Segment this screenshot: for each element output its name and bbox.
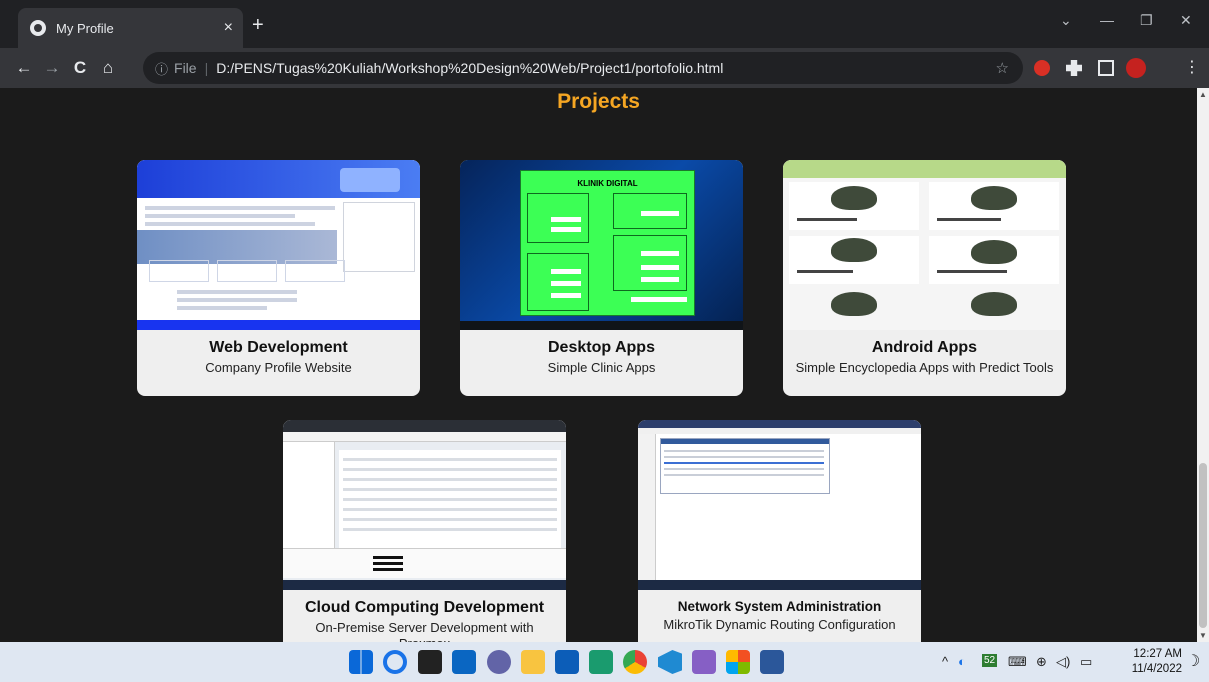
windows-taskbar: ^ ◐ 52 ⌨ ⊕ ◁) ▭ 12:27 AM 11/4/2022 ☽ [0, 642, 1209, 682]
project-card-network-admin[interactable]: Network System Administration MikroTik D… [638, 420, 921, 642]
tab-search-button[interactable]: ⌄ [1060, 12, 1072, 29]
tray-badge[interactable]: 52 [982, 654, 998, 667]
restore-button[interactable]: ❐ [1140, 12, 1153, 29]
project-title: Android Apps [871, 339, 978, 356]
info-icon[interactable]: ⓘ [155, 59, 168, 78]
tab-close-button[interactable]: × [224, 19, 233, 37]
tray-overflow-icon[interactable]: ^ [942, 654, 948, 669]
taskbar-clock[interactable]: 12:27 AM 11/4/2022 [1122, 647, 1182, 677]
keyboard-icon[interactable]: ⌨ [1008, 654, 1027, 670]
project-description: On-Premise Server Development with Proxm… [315, 620, 534, 642]
search-icon[interactable] [383, 650, 407, 674]
project-description: Simple Encyclopedia Apps with Predict To… [795, 360, 1054, 375]
back-button[interactable]: ← [10, 58, 38, 78]
vscode-icon[interactable] [658, 650, 682, 674]
project-description: Company Profile Website [205, 360, 352, 375]
project-thumbnail-web [137, 160, 420, 330]
browser-toolbar: ← → C ⌂ ⓘ File | D:/PENS/Tugas%20Kuliah/… [0, 48, 1209, 88]
microsoft-store-icon[interactable] [555, 650, 579, 674]
chat-icon[interactable] [487, 650, 511, 674]
url-separator: | [204, 60, 209, 76]
side-panel-icon[interactable] [1098, 60, 1114, 76]
screen: My Profile × + ⌄ — ❐ ✕ ← → C ⌂ ⓘ File | … [0, 0, 1209, 682]
scroll-up-arrow-icon[interactable]: ▲ [1198, 90, 1208, 99]
forward-button[interactable]: → [38, 58, 66, 78]
tab-title: My Profile [56, 20, 114, 36]
bookmark-star-icon[interactable]: ☆ [996, 59, 1009, 77]
widgets-icon[interactable] [452, 650, 476, 674]
app-l-icon[interactable] [589, 650, 613, 674]
project-card-desktop-apps[interactable]: KLINIK DIGITAL Desktop Apps Simple Clini… [460, 160, 743, 396]
page-viewport: Projects Web Development Company Profile… [0, 88, 1197, 642]
visual-studio-icon[interactable] [692, 650, 716, 674]
network-icon[interactable]: ⊕ [1036, 654, 1047, 670]
project-thumbnail-network [638, 420, 921, 590]
browser-tab[interactable]: My Profile × [18, 8, 243, 48]
menu-dots-icon[interactable]: ⋮ [1184, 60, 1200, 76]
task-view-icon[interactable] [418, 650, 442, 674]
project-title: Desktop Apps [548, 339, 655, 356]
project-title: Cloud Computing Development [304, 599, 545, 616]
page-scrollbar[interactable]: ▲ ▼ [1197, 88, 1209, 642]
project-thumbnail-android [783, 160, 1066, 330]
browser-tab-strip: My Profile × + ⌄ — ❐ ✕ [0, 0, 1209, 48]
page-title: Projects [557, 90, 640, 113]
url-scheme: File [174, 60, 197, 76]
notification-moon-icon[interactable]: ☽ [1186, 651, 1200, 671]
address-bar[interactable]: ⓘ File | D:/PENS/Tugas%20Kuliah/Workshop… [143, 52, 1023, 84]
project-thumbnail-desktop: KLINIK DIGITAL [460, 160, 743, 330]
close-window-button[interactable]: ✕ [1180, 12, 1192, 29]
extension-icon[interactable] [1034, 60, 1050, 76]
project-card-android-apps[interactable]: Android Apps Simple Encyclopedia Apps wi… [783, 160, 1066, 396]
project-card-web-development[interactable]: Web Development Company Profile Website [137, 160, 420, 396]
clock-date: 11/4/2022 [1131, 663, 1182, 675]
start-icon[interactable] [349, 650, 373, 674]
tray-app-icon[interactable]: ◐ [958, 654, 966, 669]
globe-icon [30, 20, 46, 36]
scroll-down-arrow-icon[interactable]: ▼ [1198, 631, 1208, 640]
new-tab-button[interactable]: + [252, 14, 264, 37]
project-description: MikroTik Dynamic Routing Configuration [663, 617, 896, 632]
minimize-button[interactable]: — [1100, 12, 1114, 28]
clock-time: 12:27 AM [1133, 648, 1182, 660]
reload-button[interactable]: C [66, 58, 94, 78]
file-explorer-icon[interactable] [521, 650, 545, 674]
project-card-cloud-computing[interactable]: Cloud Computing Development On-Premise S… [283, 420, 566, 642]
project-description: Simple Clinic Apps [547, 360, 656, 375]
project-title: Network System Administration [677, 599, 882, 614]
scrollbar-thumb[interactable] [1199, 463, 1207, 628]
project-title: Web Development [209, 339, 348, 356]
battery-icon[interactable]: ▭ [1080, 654, 1092, 670]
app-grid-icon[interactable] [726, 650, 750, 674]
word-icon[interactable] [760, 650, 784, 674]
url-text[interactable]: D:/PENS/Tugas%20Kuliah/Workshop%20Design… [216, 60, 723, 76]
home-button[interactable]: ⌂ [94, 58, 122, 78]
thumbnail-heading: KLINIK DIGITAL [577, 179, 638, 188]
project-thumbnail-cloud [283, 420, 566, 590]
profile-avatar[interactable] [1126, 58, 1146, 78]
volume-icon[interactable]: ◁) [1056, 654, 1070, 670]
chrome-icon[interactable] [623, 650, 647, 674]
